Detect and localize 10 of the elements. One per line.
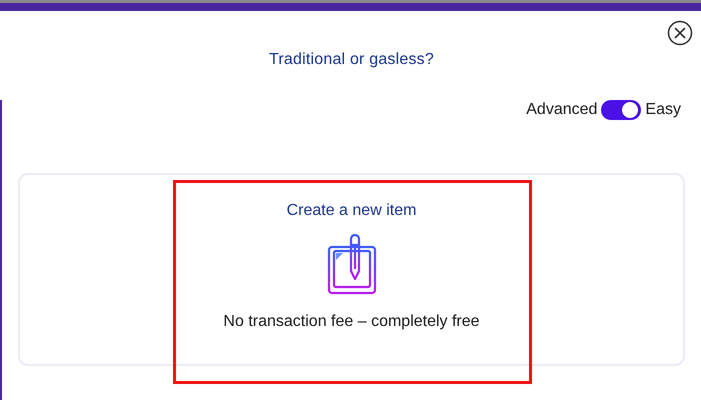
notepad-pencil-icon — [326, 233, 376, 297]
card-title: Create a new item — [286, 201, 416, 221]
option-card[interactable]: Create a new item No transaction fee – completely free — [18, 173, 685, 366]
close-icon — [667, 20, 693, 46]
toggle-label: Easy — [645, 100, 681, 120]
card-description: No transaction fee – completely free — [223, 312, 480, 332]
close-button[interactable] — [667, 20, 693, 46]
mode-toggle[interactable] — [601, 100, 642, 120]
toggle-label: Advanced — [526, 100, 598, 120]
dialog-title: Traditional or gasless? — [269, 50, 434, 70]
